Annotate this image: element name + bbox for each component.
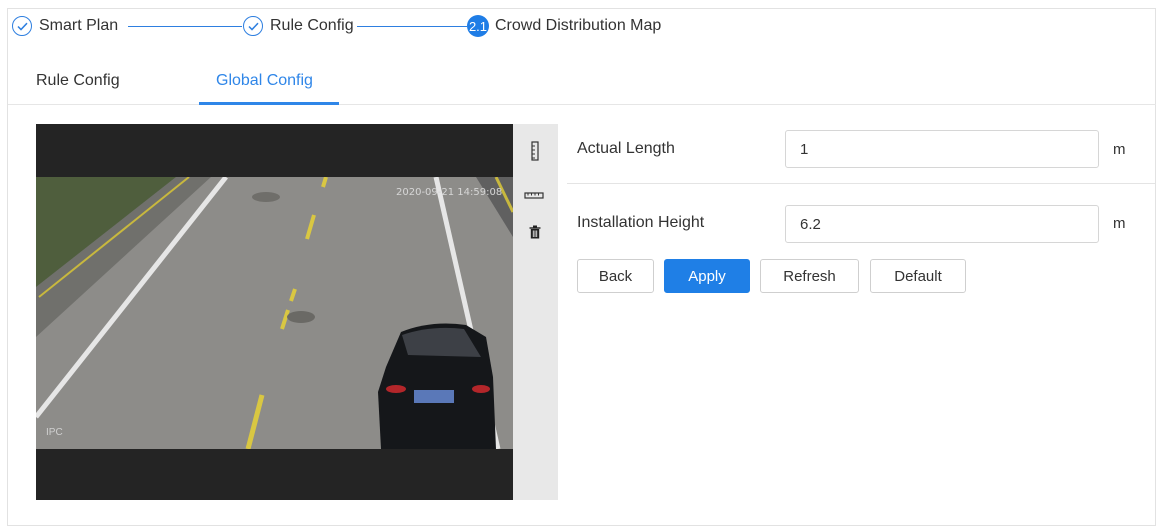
step-label: Crowd Distribution Map [495,17,662,34]
road-scene [36,177,513,449]
tab-global-config[interactable]: Global Config [216,72,313,90]
step-number-badge: 2.1 [467,15,489,37]
installation-height-input[interactable] [785,205,1099,243]
actual-length-input[interactable] [785,130,1099,168]
step-label: Smart Plan [39,17,119,34]
drawing-toolbar [513,124,558,500]
step-crowd-distribution-map: 2.1 Crowd Distribution Map [467,15,661,37]
step-label: Rule Config [270,17,354,34]
vertical-ruler-icon[interactable] [525,141,545,161]
check-icon [12,16,32,36]
default-button[interactable]: Default [870,259,966,293]
actual-length-label: Actual Length [577,140,675,157]
step-smart-plan: Smart Plan [12,16,118,36]
step-connector [128,26,242,27]
actual-length-unit: m [1113,141,1126,158]
video-preview[interactable]: 2020-09-21 14:59:08 IPC [36,124,513,500]
video-watermark: IPC [46,427,63,438]
tab-rule-config[interactable]: Rule Config [36,72,120,90]
check-icon [243,16,263,36]
tabs-divider [8,104,1156,105]
form-divider [567,183,1155,184]
step-connector [357,26,467,27]
active-tab-indicator [199,102,339,105]
refresh-button[interactable]: Refresh [760,259,859,293]
horizontal-ruler-icon[interactable] [524,186,544,206]
installation-height-label: Installation Height [577,214,705,231]
apply-button[interactable]: Apply [664,259,750,293]
video-timestamp: 2020-09-21 14:59:08 [396,187,503,198]
step-rule-config: Rule Config [243,16,354,36]
back-button[interactable]: Back [577,259,654,293]
trash-icon[interactable] [525,222,545,242]
installation-height-unit: m [1113,215,1126,232]
